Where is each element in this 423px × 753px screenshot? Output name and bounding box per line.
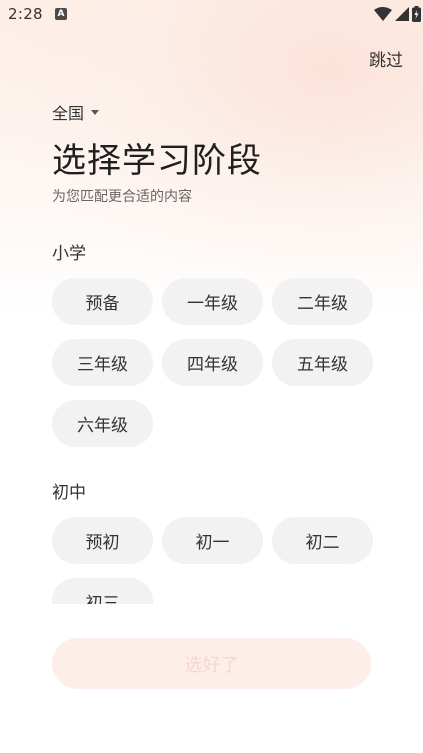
grade-chip-grade3[interactable]: 三年级	[52, 339, 153, 386]
battery-icon	[412, 6, 421, 22]
grade-chip-chu1[interactable]: 初一	[162, 517, 263, 564]
skip-button[interactable]: 跳过	[369, 46, 403, 71]
grade-chip-grade2[interactable]: 二年级	[272, 278, 373, 325]
region-label: 全国	[52, 104, 85, 123]
caret-down-icon	[91, 109, 100, 115]
signal-icon	[395, 7, 409, 21]
grade-chip-yubei[interactable]: 预备	[52, 278, 153, 325]
status-icons	[374, 5, 421, 23]
confirm-button[interactable]: 选好了	[52, 638, 371, 689]
status-bar: 2:28 A	[0, 0, 423, 30]
grade-list[interactable]: 小学 预备 一年级 二年级 三年级 四年级 五年级 六年级 初中 预初 初一 初…	[0, 222, 423, 604]
status-time: 2:28	[8, 5, 43, 23]
page-subtitle: 为您匹配更合适的内容	[52, 189, 192, 205]
wifi-icon	[374, 7, 392, 21]
grade-chip-yuchu[interactable]: 预初	[52, 517, 153, 564]
grade-chip-chu3[interactable]: 初三	[52, 578, 153, 604]
grade-chip-chu2[interactable]: 初二	[272, 517, 373, 564]
section-title-middle: 初中	[52, 483, 86, 503]
region-selector[interactable]: 全国	[52, 100, 100, 124]
grade-chip-grade6[interactable]: 六年级	[52, 400, 153, 447]
page-title: 选择学习阶段	[52, 141, 262, 181]
section-title-primary: 小学	[52, 244, 86, 264]
grade-chip-grade4[interactable]: 四年级	[162, 339, 263, 386]
notification-icon: A	[55, 8, 67, 20]
grade-chip-grade5[interactable]: 五年级	[272, 339, 373, 386]
grade-chip-grade1[interactable]: 一年级	[162, 278, 263, 325]
